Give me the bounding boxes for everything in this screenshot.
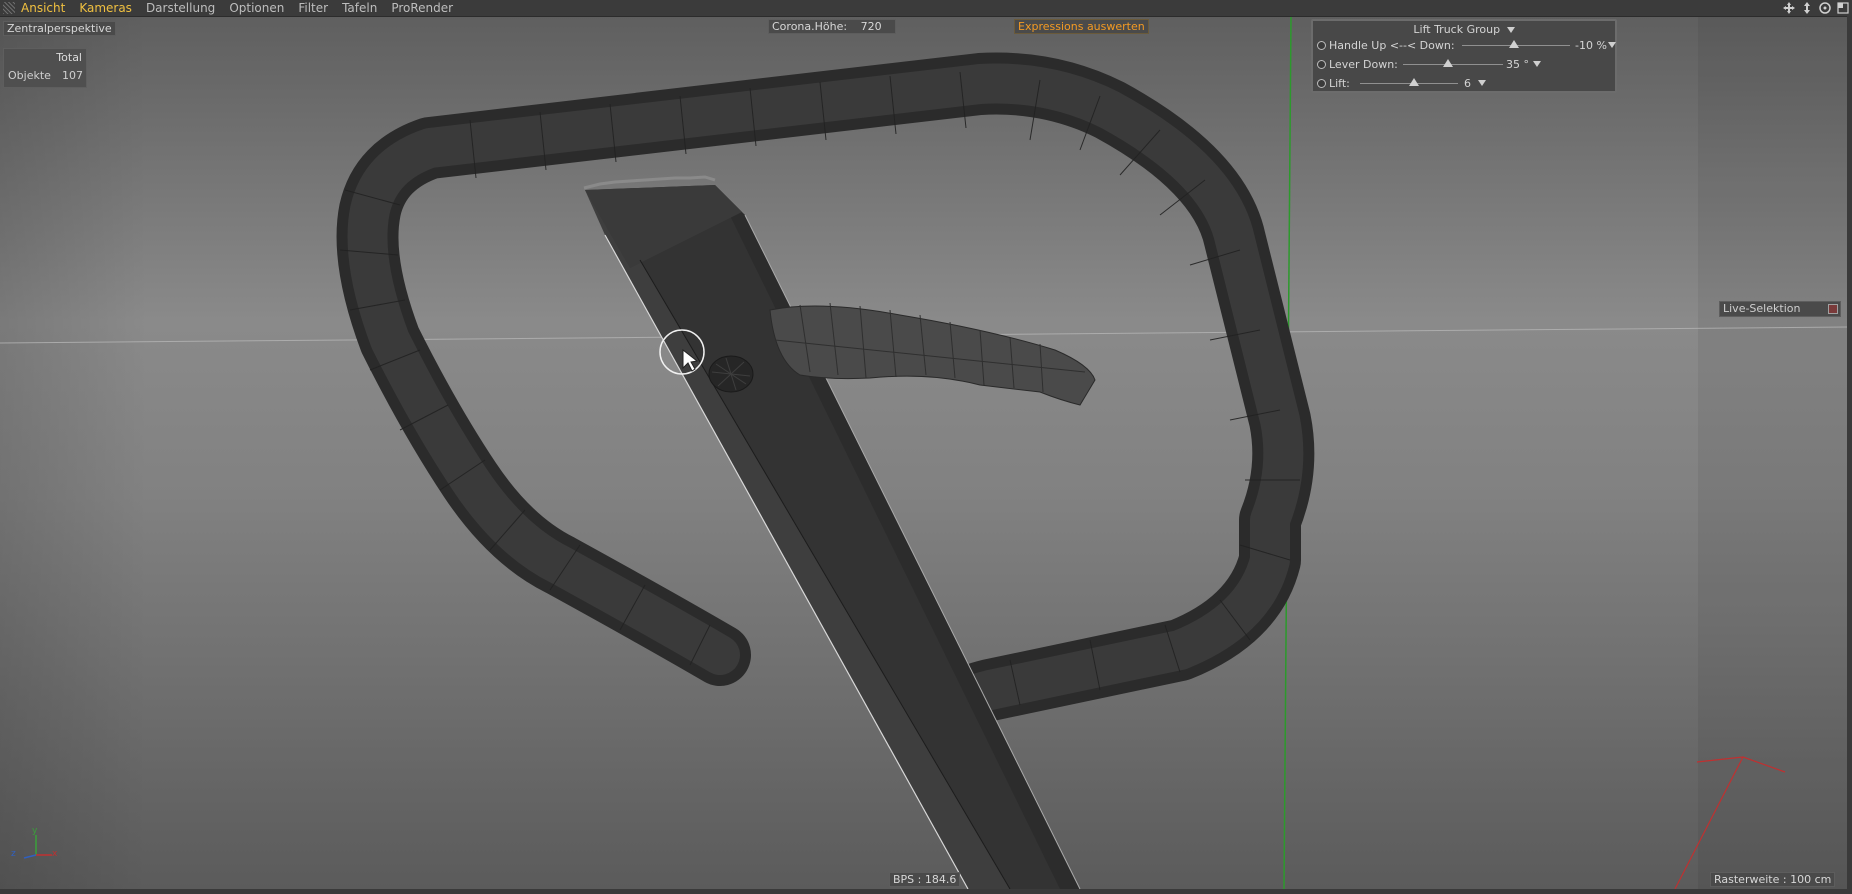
chevron-down-icon[interactable] xyxy=(1506,27,1515,33)
chevron-down-icon[interactable] xyxy=(1478,80,1486,86)
camera-label: Zentralperspektive xyxy=(3,21,116,36)
lift-value[interactable]: 6 xyxy=(1464,77,1471,90)
move-view-icon[interactable] xyxy=(1782,1,1796,15)
active-tool-label: Live-Selektion xyxy=(1719,301,1841,317)
menu-darstellung[interactable]: Darstellung xyxy=(146,0,215,16)
lift-slider-thumb[interactable] xyxy=(1409,78,1419,86)
viewport-canvas[interactable] xyxy=(0,0,1852,894)
lever-value[interactable]: 35 ° xyxy=(1506,58,1529,71)
menu-filter[interactable]: Filter xyxy=(298,0,328,16)
active-tool-text: Live-Selektion xyxy=(1723,302,1801,315)
handle-value[interactable]: -10 % xyxy=(1575,39,1607,52)
expressions-button[interactable]: Expressions auswerten xyxy=(1014,19,1149,34)
stats-objects-value: 107 xyxy=(62,69,83,82)
lever-slider-track[interactable] xyxy=(1403,64,1503,65)
menubar-grip-icon[interactable] xyxy=(3,2,15,14)
bottom-panel-edge xyxy=(0,889,1852,894)
view-nav-icons xyxy=(1782,0,1850,16)
hud-row-handle: Handle Up <--< Down: -10 % xyxy=(1317,38,1616,54)
menu-kameras[interactable]: Kameras xyxy=(79,0,132,16)
lever-slider-thumb[interactable] xyxy=(1443,59,1453,67)
lift-truck-hud: Lift Truck Group Handle Up <--< Down: -1… xyxy=(1311,19,1617,93)
menu-optionen[interactable]: Optionen xyxy=(229,0,284,16)
rotate-view-icon[interactable] xyxy=(1818,1,1832,15)
stats-header: Total xyxy=(56,51,82,64)
radio-lever[interactable] xyxy=(1317,60,1326,69)
axis-y-label: y xyxy=(32,826,38,836)
corona-height-value[interactable]: 720 xyxy=(861,20,882,33)
object-stats-hud: Total Objekte 107 xyxy=(3,48,87,88)
hud-row-lift: Lift: 6 xyxy=(1317,76,1611,92)
corona-height-label: Corona.Höhe: xyxy=(772,20,848,33)
radio-lift[interactable] xyxy=(1317,79,1326,88)
maximize-view-icon[interactable] xyxy=(1836,1,1850,15)
hud-title-text: Lift Truck Group xyxy=(1413,23,1501,36)
chevron-down-icon[interactable] xyxy=(1533,61,1541,67)
scale-view-icon[interactable] xyxy=(1800,1,1814,15)
menu-tafeln[interactable]: Tafeln xyxy=(342,0,377,16)
lift-label: Lift: xyxy=(1329,77,1350,90)
stats-objects-label: Objekte xyxy=(8,69,51,82)
radio-handle[interactable] xyxy=(1317,41,1326,50)
viewport-menubar: Ansicht Kameras Darstellung Optionen Fil… xyxy=(0,0,1852,17)
chevron-down-icon[interactable] xyxy=(1608,42,1616,48)
fps-readout: BPS : 184.6 xyxy=(889,872,961,887)
axis-z-label: z xyxy=(11,849,16,859)
hud-row-lever: Lever Down: 35 ° xyxy=(1317,57,1611,73)
right-panel-edge xyxy=(1847,16,1852,894)
grid-size-readout: Rasterweite : 100 cm xyxy=(1710,872,1836,887)
menu-ansicht[interactable]: Ansicht xyxy=(21,0,65,16)
axis-x-label: x xyxy=(52,849,58,859)
lever-label: Lever Down: xyxy=(1329,58,1398,71)
handle-slider-thumb[interactable] xyxy=(1509,40,1519,48)
hud-title[interactable]: Lift Truck Group xyxy=(1313,23,1615,36)
handle-label: Handle Up <--< Down: xyxy=(1329,39,1455,52)
menu-prorender[interactable]: ProRender xyxy=(391,0,453,16)
corona-height-hud: Corona.Höhe: 720 xyxy=(768,19,896,34)
tool-pin-icon[interactable] xyxy=(1828,304,1838,314)
